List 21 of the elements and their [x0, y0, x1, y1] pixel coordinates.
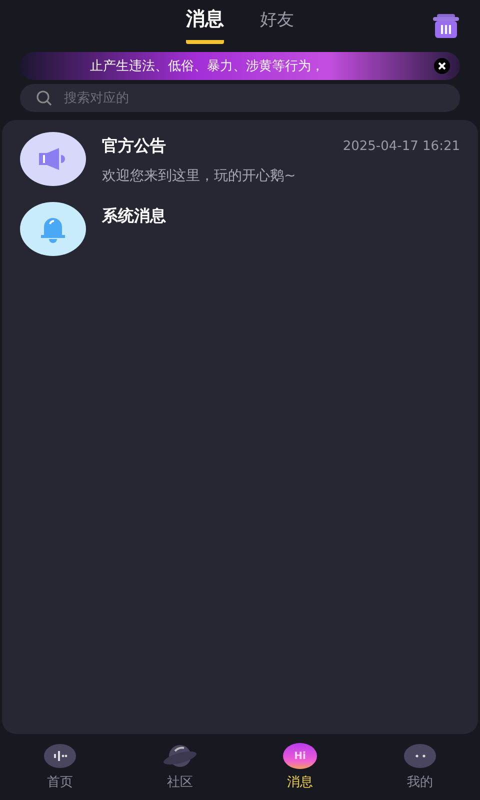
close-icon	[438, 62, 446, 70]
trash-icon[interactable]	[432, 12, 460, 40]
planet-icon	[162, 743, 198, 769]
message-time: 2025-04-17 16:21	[342, 139, 460, 154]
hi-bubble-icon: Hi	[283, 743, 317, 769]
search-icon	[36, 90, 52, 106]
nav-item[interactable]: 首页	[30, 743, 90, 791]
tab[interactable]: 消息	[186, 6, 224, 44]
voice-icon	[43, 743, 77, 769]
close-button[interactable]	[434, 58, 450, 74]
nav-item[interactable]: 我的	[390, 743, 450, 791]
notice-text: 止产生违法、低俗、暴力、涉黄等行为，	[90, 58, 325, 75]
search-field[interactable]: 搜索对应的	[62, 90, 444, 106]
face-bubble-icon	[403, 743, 437, 769]
tab[interactable]: 好友	[260, 8, 294, 42]
message-title[interactable]: 官方公告	[102, 136, 166, 157]
message-title[interactable]: 系统消息	[102, 206, 166, 227]
nav-item[interactable]: 社区	[150, 743, 210, 791]
message-preview: 欢迎您来到这里，玩的开心鹅~	[102, 167, 297, 185]
search-bar[interactable]: 搜索对应的	[20, 84, 460, 112]
nav-item[interactable]: Hi 消息	[270, 743, 330, 791]
